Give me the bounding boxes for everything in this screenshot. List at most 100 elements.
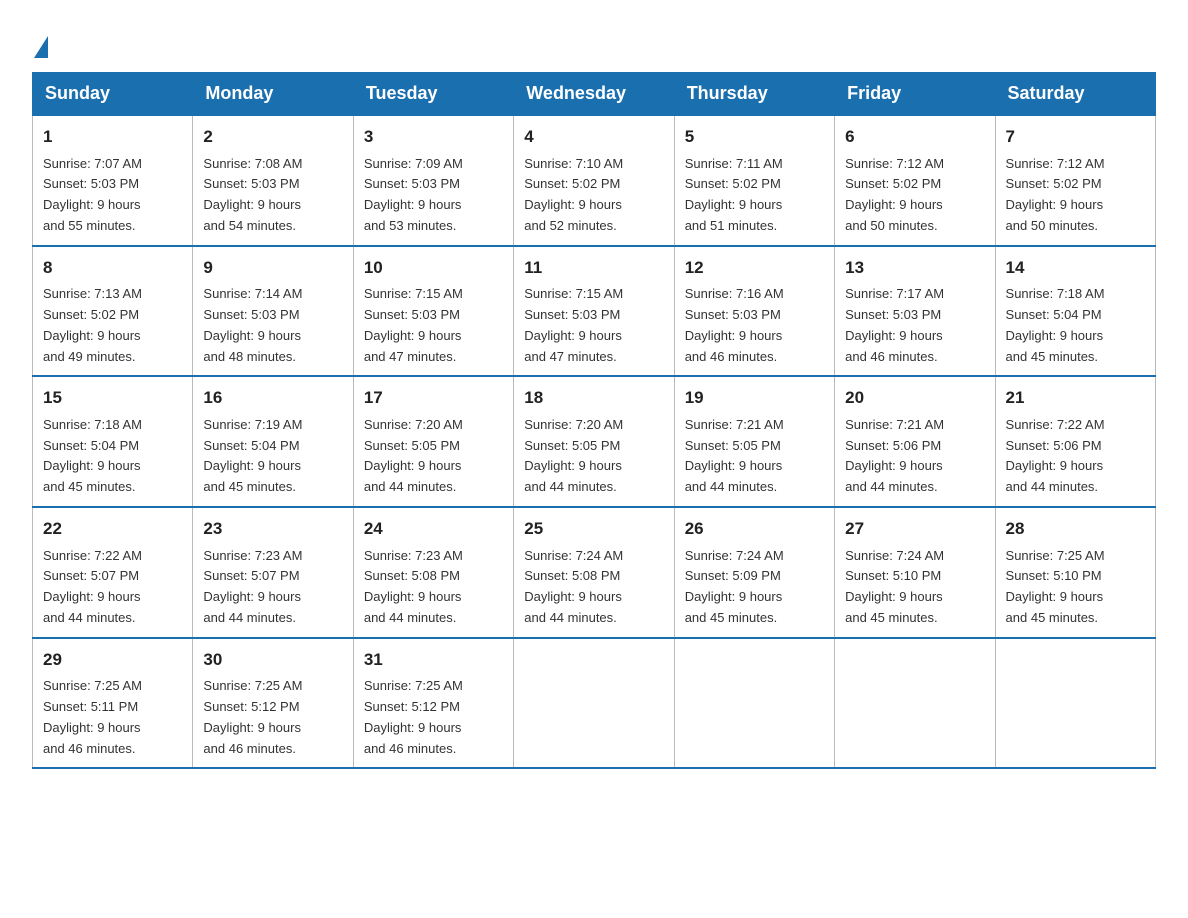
calendar-cell: 9 Sunrise: 7:14 AMSunset: 5:03 PMDaylight…: [193, 246, 353, 377]
calendar-week-row: 29 Sunrise: 7:25 AMSunset: 5:11 PMDayligh…: [33, 638, 1156, 769]
day-info: Sunrise: 7:22 AMSunset: 5:07 PMDaylight:…: [43, 546, 182, 629]
calendar-cell: 28 Sunrise: 7:25 AMSunset: 5:10 PMDayligh…: [995, 507, 1155, 638]
day-info: Sunrise: 7:21 AMSunset: 5:06 PMDaylight:…: [845, 415, 984, 498]
logo-triangle-icon: [34, 36, 48, 58]
day-info: Sunrise: 7:08 AMSunset: 5:03 PMDaylight:…: [203, 154, 342, 237]
calendar-cell: 11Sunrise: 7:15 AMSunset: 5:03 PMDayligh…: [514, 246, 674, 377]
day-number: 7: [1006, 124, 1145, 150]
calendar-cell: 2 Sunrise: 7:08 AMSunset: 5:03 PMDaylight…: [193, 115, 353, 246]
calendar-cell: 15 Sunrise: 7:18 AMSunset: 5:04 PMDayligh…: [33, 376, 193, 507]
day-number: 21: [1006, 385, 1145, 411]
calendar-cell: 12 Sunrise: 7:16 AMSunset: 5:03 PMDayligh…: [674, 246, 834, 377]
calendar-cell: 24Sunrise: 7:23 AMSunset: 5:08 PMDayligh…: [353, 507, 513, 638]
column-header-thursday: Thursday: [674, 73, 834, 116]
calendar-cell: 14 Sunrise: 7:18 AMSunset: 5:04 PMDayligh…: [995, 246, 1155, 377]
calendar-table: SundayMondayTuesdayWednesdayThursdayFrid…: [32, 72, 1156, 769]
calendar-cell: 29 Sunrise: 7:25 AMSunset: 5:11 PMDayligh…: [33, 638, 193, 769]
day-info: Sunrise: 7:25 AMSunset: 5:11 PMDaylight:…: [43, 676, 182, 759]
day-number: 13: [845, 255, 984, 281]
day-info: Sunrise: 7:20 AMSunset: 5:05 PMDaylight:…: [524, 415, 663, 498]
day-info: Sunrise: 7:21 AMSunset: 5:05 PMDaylight:…: [685, 415, 824, 498]
calendar-cell: [674, 638, 834, 769]
page-header: [32, 24, 1156, 54]
day-number: 6: [845, 124, 984, 150]
day-number: 2: [203, 124, 342, 150]
calendar-cell: 7 Sunrise: 7:12 AMSunset: 5:02 PMDaylight…: [995, 115, 1155, 246]
day-info: Sunrise: 7:17 AMSunset: 5:03 PMDaylight:…: [845, 284, 984, 367]
calendar-cell: 6 Sunrise: 7:12 AMSunset: 5:02 PMDaylight…: [835, 115, 995, 246]
calendar-cell: 31 Sunrise: 7:25 AMSunset: 5:12 PMDayligh…: [353, 638, 513, 769]
day-info: Sunrise: 7:22 AMSunset: 5:06 PMDaylight:…: [1006, 415, 1145, 498]
day-number: 10: [364, 255, 503, 281]
day-number: 30: [203, 647, 342, 673]
day-number: 25: [524, 516, 663, 542]
day-number: 12: [685, 255, 824, 281]
day-number: 9: [203, 255, 342, 281]
day-info: Sunrise: 7:24 AMSunset: 5:09 PMDaylight:…: [685, 546, 824, 629]
calendar-cell: [835, 638, 995, 769]
day-info: Sunrise: 7:23 AMSunset: 5:07 PMDaylight:…: [203, 546, 342, 629]
day-number: 23: [203, 516, 342, 542]
day-number: 3: [364, 124, 503, 150]
calendar-cell: 21 Sunrise: 7:22 AMSunset: 5:06 PMDayligh…: [995, 376, 1155, 507]
calendar-week-row: 15 Sunrise: 7:18 AMSunset: 5:04 PMDayligh…: [33, 376, 1156, 507]
calendar-cell: 4Sunrise: 7:10 AMSunset: 5:02 PMDaylight…: [514, 115, 674, 246]
calendar-cell: 22 Sunrise: 7:22 AMSunset: 5:07 PMDayligh…: [33, 507, 193, 638]
day-number: 5: [685, 124, 824, 150]
day-info: Sunrise: 7:09 AMSunset: 5:03 PMDaylight:…: [364, 154, 503, 237]
day-number: 8: [43, 255, 182, 281]
day-number: 16: [203, 385, 342, 411]
day-number: 18: [524, 385, 663, 411]
calendar-cell: 13 Sunrise: 7:17 AMSunset: 5:03 PMDayligh…: [835, 246, 995, 377]
calendar-cell: 27Sunrise: 7:24 AMSunset: 5:10 PMDayligh…: [835, 507, 995, 638]
day-info: Sunrise: 7:12 AMSunset: 5:02 PMDaylight:…: [845, 154, 984, 237]
calendar-week-row: 22 Sunrise: 7:22 AMSunset: 5:07 PMDayligh…: [33, 507, 1156, 638]
day-info: Sunrise: 7:19 AMSunset: 5:04 PMDaylight:…: [203, 415, 342, 498]
day-info: Sunrise: 7:25 AMSunset: 5:12 PMDaylight:…: [203, 676, 342, 759]
day-number: 27: [845, 516, 984, 542]
calendar-cell: 17 Sunrise: 7:20 AMSunset: 5:05 PMDayligh…: [353, 376, 513, 507]
calendar-cell: 23 Sunrise: 7:23 AMSunset: 5:07 PMDayligh…: [193, 507, 353, 638]
day-number: 24: [364, 516, 503, 542]
day-number: 29: [43, 647, 182, 673]
calendar-cell: 8 Sunrise: 7:13 AMSunset: 5:02 PMDaylight…: [33, 246, 193, 377]
day-info: Sunrise: 7:12 AMSunset: 5:02 PMDaylight:…: [1006, 154, 1145, 237]
day-info: Sunrise: 7:07 AMSunset: 5:03 PMDaylight:…: [43, 154, 182, 237]
column-header-monday: Monday: [193, 73, 353, 116]
day-info: Sunrise: 7:20 AMSunset: 5:05 PMDaylight:…: [364, 415, 503, 498]
day-number: 22: [43, 516, 182, 542]
column-header-wednesday: Wednesday: [514, 73, 674, 116]
calendar-cell: 26 Sunrise: 7:24 AMSunset: 5:09 PMDayligh…: [674, 507, 834, 638]
day-number: 19: [685, 385, 824, 411]
calendar-cell: 3 Sunrise: 7:09 AMSunset: 5:03 PMDaylight…: [353, 115, 513, 246]
day-info: Sunrise: 7:14 AMSunset: 5:03 PMDaylight:…: [203, 284, 342, 367]
calendar-cell: 5 Sunrise: 7:11 AMSunset: 5:02 PMDaylight…: [674, 115, 834, 246]
day-info: Sunrise: 7:11 AMSunset: 5:02 PMDaylight:…: [685, 154, 824, 237]
day-number: 26: [685, 516, 824, 542]
day-number: 15: [43, 385, 182, 411]
calendar-cell: 19 Sunrise: 7:21 AMSunset: 5:05 PMDayligh…: [674, 376, 834, 507]
day-number: 1: [43, 124, 182, 150]
day-info: Sunrise: 7:24 AMSunset: 5:08 PMDaylight:…: [524, 546, 663, 629]
column-header-sunday: Sunday: [33, 73, 193, 116]
day-info: Sunrise: 7:25 AMSunset: 5:10 PMDaylight:…: [1006, 546, 1145, 629]
day-info: Sunrise: 7:18 AMSunset: 5:04 PMDaylight:…: [1006, 284, 1145, 367]
day-info: Sunrise: 7:25 AMSunset: 5:12 PMDaylight:…: [364, 676, 503, 759]
column-header-friday: Friday: [835, 73, 995, 116]
calendar-cell: [514, 638, 674, 769]
day-info: Sunrise: 7:18 AMSunset: 5:04 PMDaylight:…: [43, 415, 182, 498]
calendar-cell: 30 Sunrise: 7:25 AMSunset: 5:12 PMDayligh…: [193, 638, 353, 769]
day-number: 4: [524, 124, 663, 150]
day-info: Sunrise: 7:16 AMSunset: 5:03 PMDaylight:…: [685, 284, 824, 367]
day-number: 17: [364, 385, 503, 411]
day-number: 14: [1006, 255, 1145, 281]
calendar-cell: 16 Sunrise: 7:19 AMSunset: 5:04 PMDayligh…: [193, 376, 353, 507]
column-header-tuesday: Tuesday: [353, 73, 513, 116]
calendar-header-row: SundayMondayTuesdayWednesdayThursdayFrid…: [33, 73, 1156, 116]
day-number: 31: [364, 647, 503, 673]
calendar-cell: [995, 638, 1155, 769]
day-number: 28: [1006, 516, 1145, 542]
day-info: Sunrise: 7:13 AMSunset: 5:02 PMDaylight:…: [43, 284, 182, 367]
day-info: Sunrise: 7:15 AMSunset: 5:03 PMDaylight:…: [524, 284, 663, 367]
day-number: 20: [845, 385, 984, 411]
